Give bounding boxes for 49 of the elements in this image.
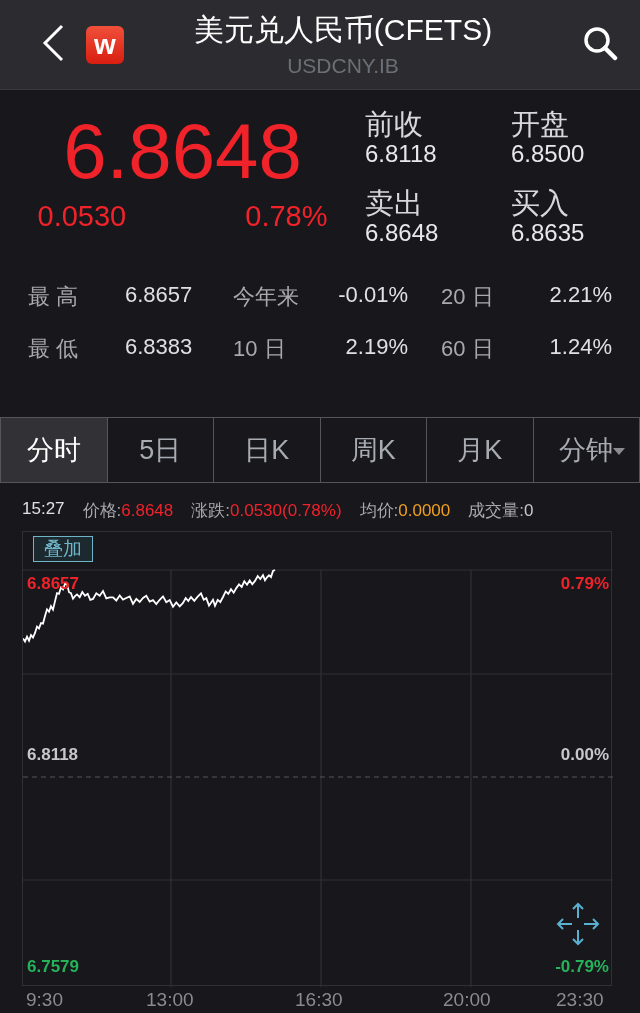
field-value: 6.8500 [511,140,586,168]
axis-price-label: 6.8657 [27,574,79,594]
axis-price-label: 6.8118 [27,745,79,765]
field-label: 前收 [365,108,424,140]
field-value: 6.8635 [511,219,586,247]
stat-label: 最 低 [28,335,80,363]
field-label: 开盘 [511,108,570,140]
field-label: 买入 [511,187,570,219]
overlay-button[interactable]: 叠加 [33,536,93,562]
axis-percent-label: 0.79% [560,574,609,594]
app-logo: w [86,25,124,64]
time-axis-label: 13:00 [146,989,194,1011]
time-axis-label: 20:00 [443,989,491,1011]
info-label: 成交量: [468,501,524,520]
symbol-code: USDCNY.IB [287,53,399,78]
stat-value: 1.24% [548,334,612,361]
stat-label: 20 日 [440,283,495,311]
time-axis-label: 23:30 [556,989,604,1011]
field-value: 6.8118 [365,140,438,168]
price-change: 0.0530 [37,200,127,233]
time-axis-label: 9:30 [26,989,63,1011]
info-label: 均价: [359,501,399,520]
axis-percent-label: -0.79% [555,957,609,977]
current-price: 6.8648 [63,108,302,194]
stat-value: 6.8383 [125,334,194,361]
stat-label: 今年来 [233,283,300,311]
axis-price-label: 6.7579 [27,957,79,977]
change-percent: 0.78% [245,200,328,233]
stat-label: 60 日 [440,335,495,363]
info-label: 涨跌: [191,501,230,520]
info-label: 价格: [82,501,122,520]
stat-value: 6.8657 [125,282,194,309]
axis-percent-label: 0.00% [560,745,609,765]
info-value: 6.8648 [121,501,174,520]
time-axis-label: 16:30 [295,989,343,1011]
chart-time: 15:27 [22,499,65,520]
field-label: 卖出 [365,187,424,219]
stat-value: 2.19% [344,334,408,361]
stat-value: -0.01% [337,282,408,309]
stat-value: 2.21% [548,282,612,309]
info-value: 0.0530(0.78%) [230,501,342,520]
info-value: 0 [524,501,534,520]
field-value: 6.8648 [365,219,440,247]
page-title: 美元兑人民币(CFETS) [193,11,493,48]
stat-label: 最 高 [28,283,80,311]
info-value: 0.0000 [398,501,451,520]
period-tab[interactable]: 分时 [1,418,107,482]
stat-label: 10 日 [233,335,287,363]
move-icon[interactable] [556,902,600,946]
